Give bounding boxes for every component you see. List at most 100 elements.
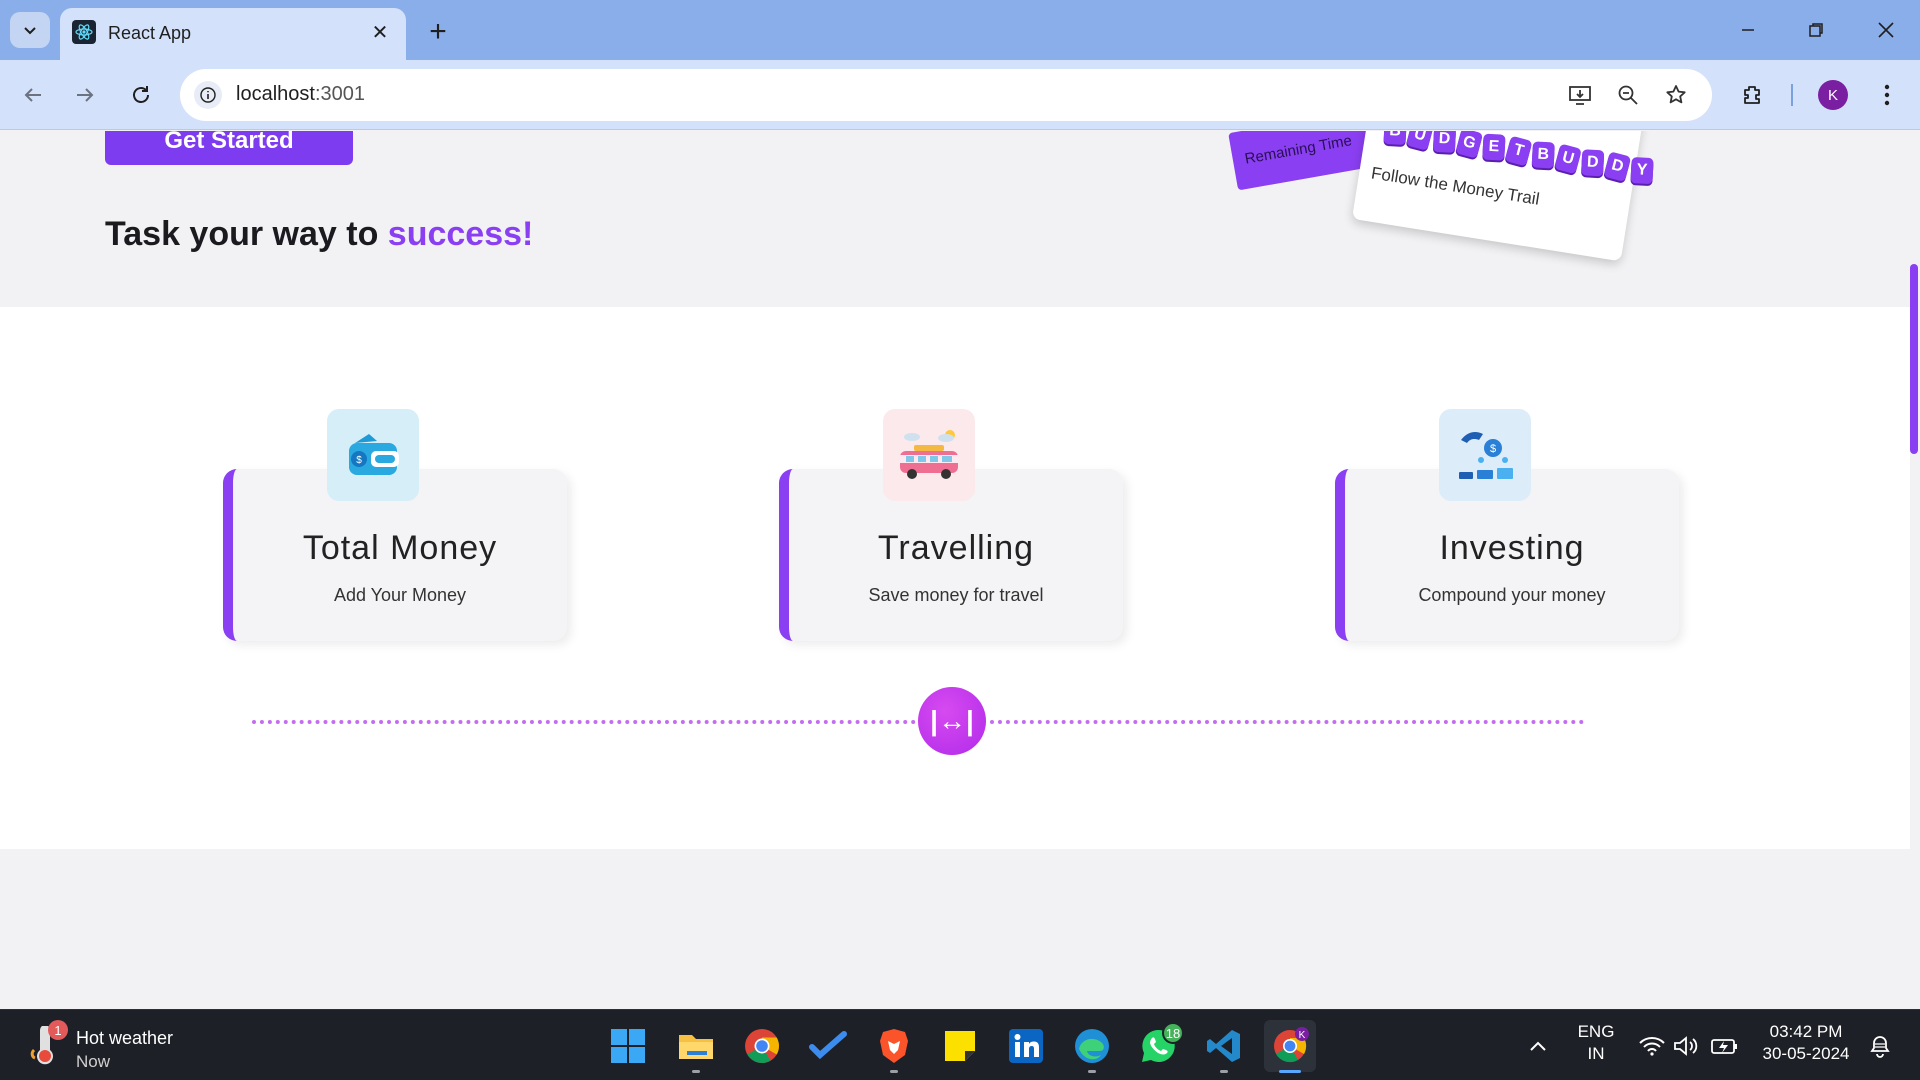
taskbar-brave[interactable] [868,1020,920,1073]
page-viewport: Get Started Task your way to success! Re… [0,131,1920,1009]
feature-subtitle: Compound your money [1418,585,1606,605]
avatar: K [1818,80,1848,110]
file-explorer-icon [679,1035,713,1059]
feature-card-total-money[interactable]: Total Money Add Your Money $ [223,409,567,641]
tagline: Task your way to success! [105,215,534,253]
taskbar-vscode[interactable] [1198,1020,1250,1073]
clock[interactable]: 03:42 PM 30-05-2024 [1758,1022,1854,1064]
forward-button[interactable] [66,76,104,114]
minimize-button[interactable] [1724,10,1772,50]
address-bar[interactable]: localhost:3001 [180,69,1712,121]
wifi-icon[interactable] [1638,1032,1666,1060]
brand-letter: D [1432,131,1457,153]
budget-buddy-card: BUDGETBUDDY Follow the Money Trail [1351,131,1654,262]
running-indicator [692,1070,700,1073]
brand-letter: D [1603,151,1632,183]
volume-icon[interactable] [1672,1032,1700,1060]
arrow-right-icon [77,88,94,102]
reload-icon [133,86,149,103]
svg-text:$: $ [356,455,362,466]
feature-title: Travelling [877,529,1035,567]
new-tab-button[interactable]: + [420,14,456,50]
restore-button[interactable] [1792,10,1840,50]
browser-tab[interactable]: React App ✕ [60,8,406,60]
weather-badge: 1 [48,1020,68,1040]
taskbar-sticky-notes[interactable] [934,1020,986,1072]
chrome-icon [745,1029,779,1063]
browser-toolbar: localhost:3001 K [0,60,1920,130]
weather-subtitle: Now [76,1052,111,1071]
restore-icon [1809,23,1823,37]
toolbar-divider [1791,84,1793,106]
arrow-left-icon [24,88,41,102]
chevron-up-icon[interactable] [1524,1032,1552,1060]
feature-title: Total Money [302,529,498,567]
clock-time: 03:42 PM [1769,1022,1843,1041]
taskbar-todo[interactable] [802,1020,854,1072]
brave-icon [880,1029,908,1063]
notification-bell-icon[interactable] [1866,1032,1894,1060]
bookmark-star-icon[interactable] [1662,81,1690,109]
sticky-notes-icon [945,1031,975,1061]
close-icon[interactable]: ✕ [368,20,392,44]
brand-letter: B [1383,131,1407,146]
start-icon [611,1029,645,1063]
todo-icon [809,1031,847,1060]
feature-subtitle: Save money for travel [868,585,1044,605]
tab-search-button[interactable] [10,12,50,48]
taskbar-linkedin[interactable] [1000,1020,1052,1072]
profile-button[interactable]: K [1814,76,1852,114]
chevron-down-icon [24,27,36,35]
active-indicator [1279,1070,1301,1073]
running-indicator [890,1070,898,1073]
menu-kebab-icon[interactable] [1868,76,1906,114]
extensions-icon[interactable] [1734,76,1772,114]
notification-badge: 18 [1162,1022,1184,1044]
feature-subtitle: Add Your Money [333,585,467,605]
card-tagline: Follow the Money Trail [1369,163,1541,209]
running-indicator [1088,1070,1096,1073]
brand-letter: Y [1630,157,1654,185]
edge-icon [1075,1029,1109,1063]
react-icon [72,20,96,44]
running-indicator [1220,1070,1228,1073]
zoom-icon[interactable] [1614,81,1642,109]
feature-card-investing[interactable]: Investing Compound your money $ [1335,409,1679,641]
get-started-button[interactable]: Get Started [105,131,353,165]
brand-letter: E [1482,133,1506,161]
features-section: Total Money Add Your Money $ Travelling … [0,307,1910,849]
url-text: localhost:3001 [236,83,365,105]
taskbar-file-explorer[interactable] [670,1020,722,1073]
brand-letter: T [1504,135,1533,167]
chrome-profile-icon: K [1274,1027,1309,1063]
tab-bar: React App ✕ + [0,0,1920,60]
svg-text:K: K [1299,1030,1306,1041]
tab-title: React App [108,23,192,43]
install-app-icon[interactable] [1566,81,1594,109]
start-button[interactable] [602,1020,654,1072]
taskbar-edge[interactable] [1066,1020,1118,1073]
weather-widget[interactable]: 1 Hot weather Now [26,1020,216,1071]
clock-date: 30-05-2024 [1762,1044,1850,1063]
linkedin-icon [1009,1029,1043,1063]
feature-card-travelling[interactable]: Travelling Save money for travel [779,409,1123,641]
windows-taskbar: 1 Hot weather Now 18 K ENG IN 03:42 PM 3… [0,1009,1920,1080]
brand-letter: B [1531,141,1555,169]
timeline-line-right [990,720,1584,724]
timeline-expand-button[interactable]: |↔| [918,687,986,755]
scrollbar-thumb[interactable] [1910,264,1918,454]
feature-title: Investing [1439,529,1585,567]
timeline-line-left [252,720,916,724]
window-close-button[interactable] [1862,10,1910,50]
back-button[interactable] [14,76,52,114]
reload-button[interactable] [122,76,160,114]
taskbar-chrome-active[interactable]: K [1264,1020,1316,1073]
site-info-icon[interactable] [194,81,222,109]
close-icon [1878,22,1894,38]
battery-icon[interactable] [1710,1032,1738,1060]
brand-letter: U [1405,131,1434,151]
language-indicator[interactable]: ENG IN [1574,1022,1618,1064]
taskbar-chrome[interactable] [736,1020,788,1072]
hero-section: Get Started Task your way to success! Re… [0,131,1910,307]
taskbar-whatsapp[interactable]: 18 [1132,1020,1184,1072]
